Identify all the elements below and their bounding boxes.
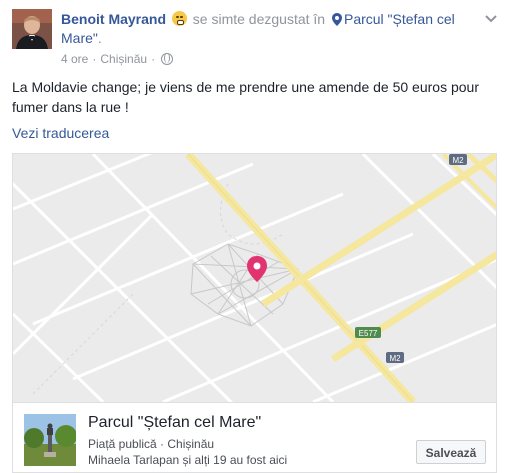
meta-separator: ·: [92, 52, 97, 66]
road-label-m2-bottom: M2: [389, 354, 401, 363]
place-visitors[interactable]: Mihaela Tarlapan și alți 19 au fost aici: [88, 453, 287, 467]
location-pin-icon: [331, 13, 342, 26]
post-time[interactable]: 4 ore: [61, 52, 88, 66]
see-translation-link[interactable]: Vezi traducerea: [12, 125, 109, 141]
road-label-m2-top: M2: [452, 156, 464, 165]
post-meta: 4 ore · Chișinău ·: [61, 52, 174, 66]
place-thumbnail[interactable]: [24, 414, 76, 466]
disgusted-emoji-icon: [171, 11, 187, 26]
post-city[interactable]: Chișinău: [100, 52, 147, 66]
author-name[interactable]: Benoit Mayrand: [61, 11, 166, 27]
post-body: La Moldavie change; je viens de me prend…: [12, 79, 479, 115]
map[interactable]: M2 E577 M2: [13, 154, 496, 402]
post-headline: Benoit Mayrand se simte dezgustat în Par…: [61, 10, 481, 48]
place-name[interactable]: Parcul "Ștefan cel Mare": [88, 414, 261, 432]
post-header: Benoit Mayrand se simte dezgustat în Par…: [12, 9, 502, 69]
location-suffix: .: [97, 30, 102, 46]
chevron-down-icon[interactable]: [484, 12, 498, 26]
meta-separator-2: ·: [151, 52, 156, 66]
road-label-e577: E577: [359, 329, 378, 338]
feeling-text: se simte dezgustat în: [192, 11, 326, 27]
place-info: Parcul "Ștefan cel Mare" Piață publică ·…: [13, 402, 496, 472]
place-category: Piață publică · Chișinău: [88, 437, 215, 451]
save-button[interactable]: Salvează: [416, 440, 486, 464]
globe-icon[interactable]: [161, 53, 174, 65]
place-card: M2 E577 M2 Parcul "Ștefan cel Mare" Piaț…: [12, 153, 497, 473]
avatar[interactable]: [12, 9, 52, 49]
